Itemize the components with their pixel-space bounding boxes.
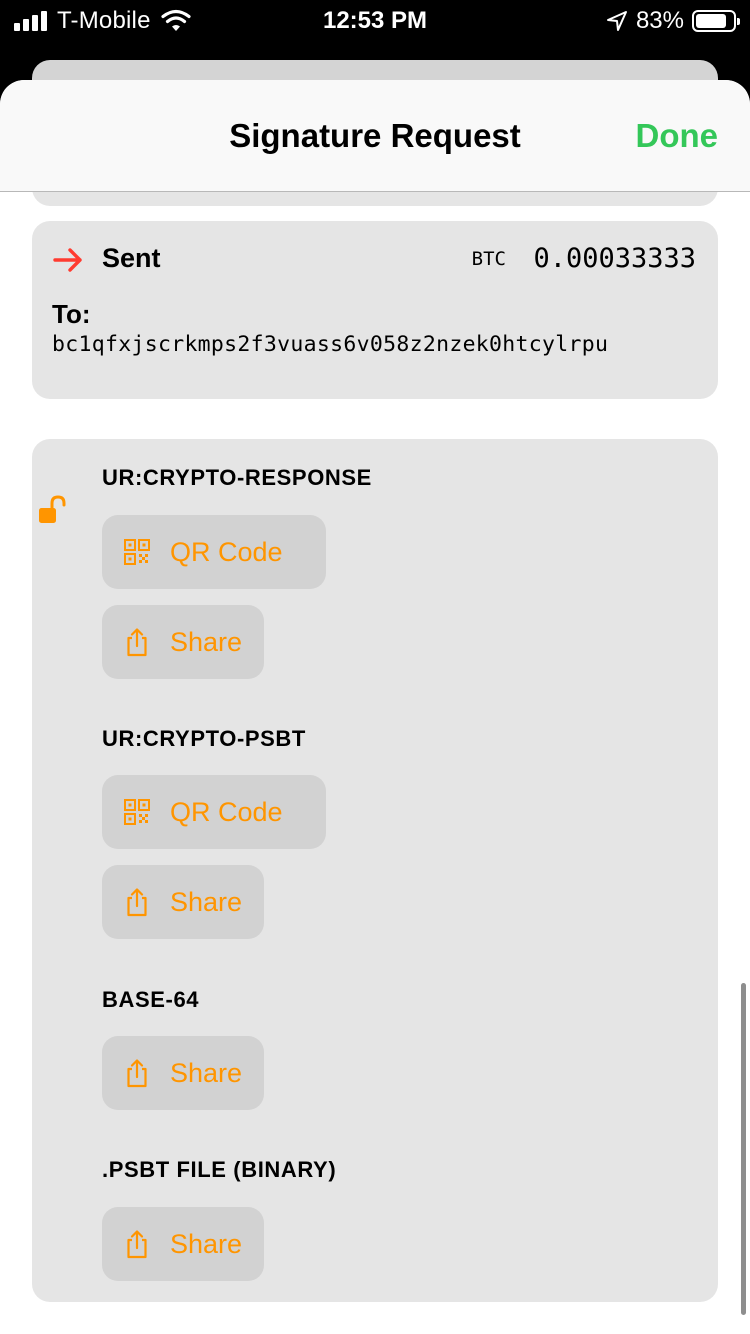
to-label: To: [52,299,91,329]
share-button[interactable]: Share [102,1036,264,1110]
share-icon [127,1230,147,1259]
share-button[interactable]: Share [102,1207,264,1281]
arrow-right-icon [53,248,82,272]
navigation-bar: Signature Request Done [0,80,750,192]
scrollbar[interactable] [741,983,746,1315]
qr-code-label: QR Code [170,796,283,827]
section-title-ur-crypto-response: UR:CRYPTO-RESPONSE [102,465,372,490]
share-button[interactable]: Share [102,605,264,679]
battery-percent: 83% [635,7,684,34]
share-label: Share [170,626,243,657]
amount-value: 0.00033333 [533,243,696,274]
section-title-base-64: BASE-64 [102,987,200,1012]
qr-code-button[interactable]: QR Code [102,775,326,849]
share-label: Share [170,1057,243,1088]
section-title-ur-crypto-psbt: UR:CRYPTO-PSBT [102,726,306,751]
status-bar: T-Mobile 12:53 PM 83% [0,0,750,42]
lock-open-icon [39,495,66,523]
currency-label: BTC [471,248,506,270]
share-label: Share [170,1228,243,1259]
share-icon [127,628,147,657]
qr-code-icon [124,799,150,825]
share-label: Share [170,886,243,917]
qr-code-label: QR Code [170,536,283,567]
share-button[interactable]: Share [102,865,264,939]
share-icon [127,1059,147,1088]
signature-request-sheet: Signature Request Done Sent BTC 0.000333… [0,80,750,1334]
share-icon [127,888,147,917]
location-icon [606,11,627,31]
qr-code-icon [124,539,150,565]
qr-code-button[interactable]: QR Code [102,515,326,589]
transaction-card: Sent BTC 0.00033333 To: bc1qfxjscrkmps2f… [32,221,718,399]
recipient-address[interactable]: bc1qfxjscrkmps2f3vuass6v058z2nzek0htcylr… [52,332,608,357]
direction-label: Sent [102,243,161,273]
battery-icon [692,10,740,32]
done-button[interactable]: Done [636,116,719,156]
section-title-psbt-file-binary: .PSBT FILE (BINARY) [102,1157,337,1182]
